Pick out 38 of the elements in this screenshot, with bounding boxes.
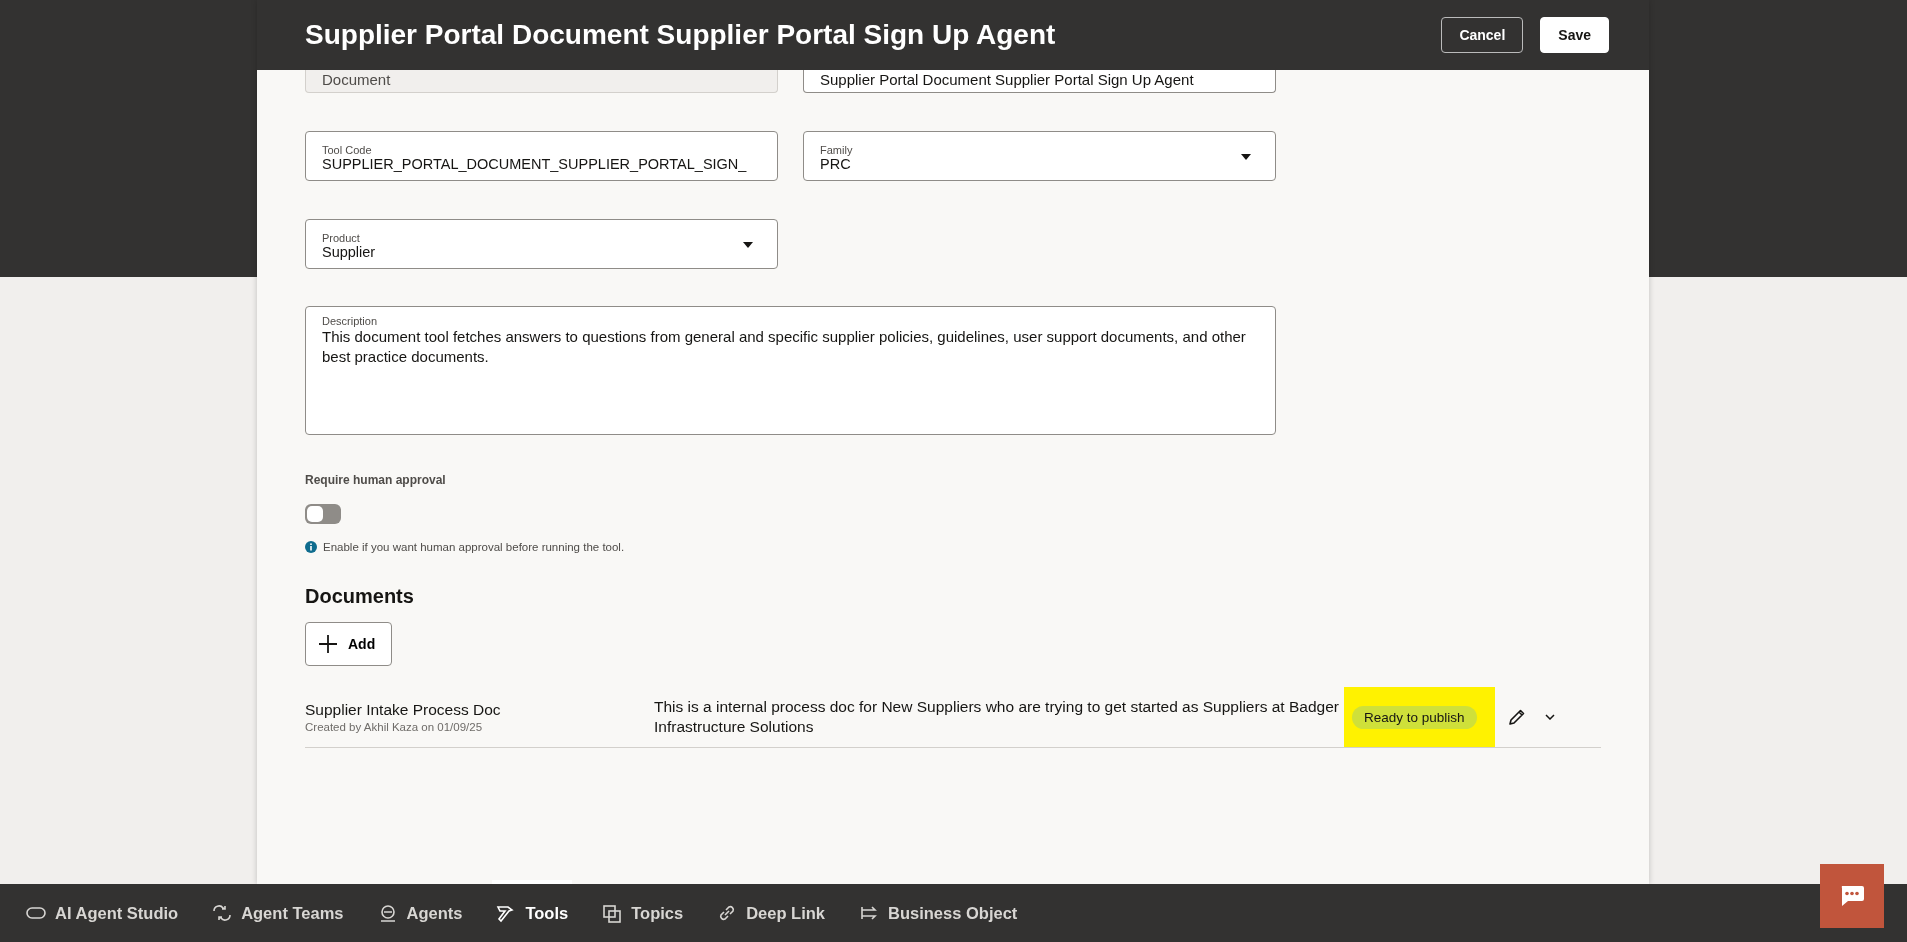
add-button[interactable]: Add xyxy=(305,622,393,666)
field-label: Family xyxy=(820,144,854,156)
select-field[interactable]: Family PRC xyxy=(803,131,1276,181)
nav-tab[interactable]: AI Agent Studio xyxy=(25,884,179,942)
status-badge: Ready to publish xyxy=(1352,705,1477,729)
arrows-icon xyxy=(211,903,234,923)
document-description: This is a internal process doc for New Suppliers who are trying to get started as Suppliers at Badger Infrastructure Solutions xyxy=(654,697,1340,737)
nav-tab[interactable]: Topics xyxy=(601,884,684,942)
nav-tab[interactable]: Agent Teams xyxy=(211,884,344,942)
documents-heading: Documents xyxy=(305,585,415,608)
squares-icon xyxy=(601,903,624,923)
document-name: Supplier Intake Process Doc xyxy=(305,701,502,719)
pencil-icon[interactable] xyxy=(1506,707,1527,727)
plus-icon xyxy=(318,634,338,654)
field-label: Description xyxy=(322,315,379,327)
caret-icon xyxy=(743,242,753,248)
save-button[interactable]: Save xyxy=(1540,17,1609,53)
text-field[interactable]: Supplier Portal Document Supplier Portal Sign Up Agent xyxy=(803,70,1276,93)
document-meta: Created by Akhil Kaza on 01/09/25 xyxy=(305,721,484,733)
cancel-button[interactable]: Cancel xyxy=(1441,17,1524,53)
text-field[interactable]: Tool Code SUPPLIER_PORTAL_DOCUMENT_SUPPLIER_PORTAL_SIGN_ xyxy=(305,131,778,181)
select-field[interactable]: Product Supplier xyxy=(305,219,778,269)
nav-tab[interactable]: Deep Link xyxy=(716,884,826,942)
description-field[interactable]: Description This document tool fetches answers to questions from general and specific supplier policies, guidelines, user support documents, and other best practice documents. xyxy=(305,306,1276,435)
nav-tab[interactable]: Tools xyxy=(495,884,569,942)
chat-icon xyxy=(1839,885,1865,907)
field-label: Product xyxy=(322,232,361,244)
nav-tab[interactable]: Business Object xyxy=(858,884,1018,942)
info-icon xyxy=(305,541,317,553)
page-title: Supplier Portal Document Supplier Portal Sign Up Agent xyxy=(305,19,1057,51)
approval-toggle[interactable] xyxy=(305,504,341,524)
hint-text: Enable if you want human approval before running the tool. xyxy=(323,541,625,553)
caret-icon xyxy=(1241,154,1251,160)
field-label: Tool Code xyxy=(322,144,373,156)
chat-button[interactable] xyxy=(1820,864,1884,928)
chevron-down-icon[interactable] xyxy=(1544,714,1555,720)
approval-label: Require human approval xyxy=(305,473,447,487)
nav-tab[interactable]: Agents xyxy=(376,884,463,942)
